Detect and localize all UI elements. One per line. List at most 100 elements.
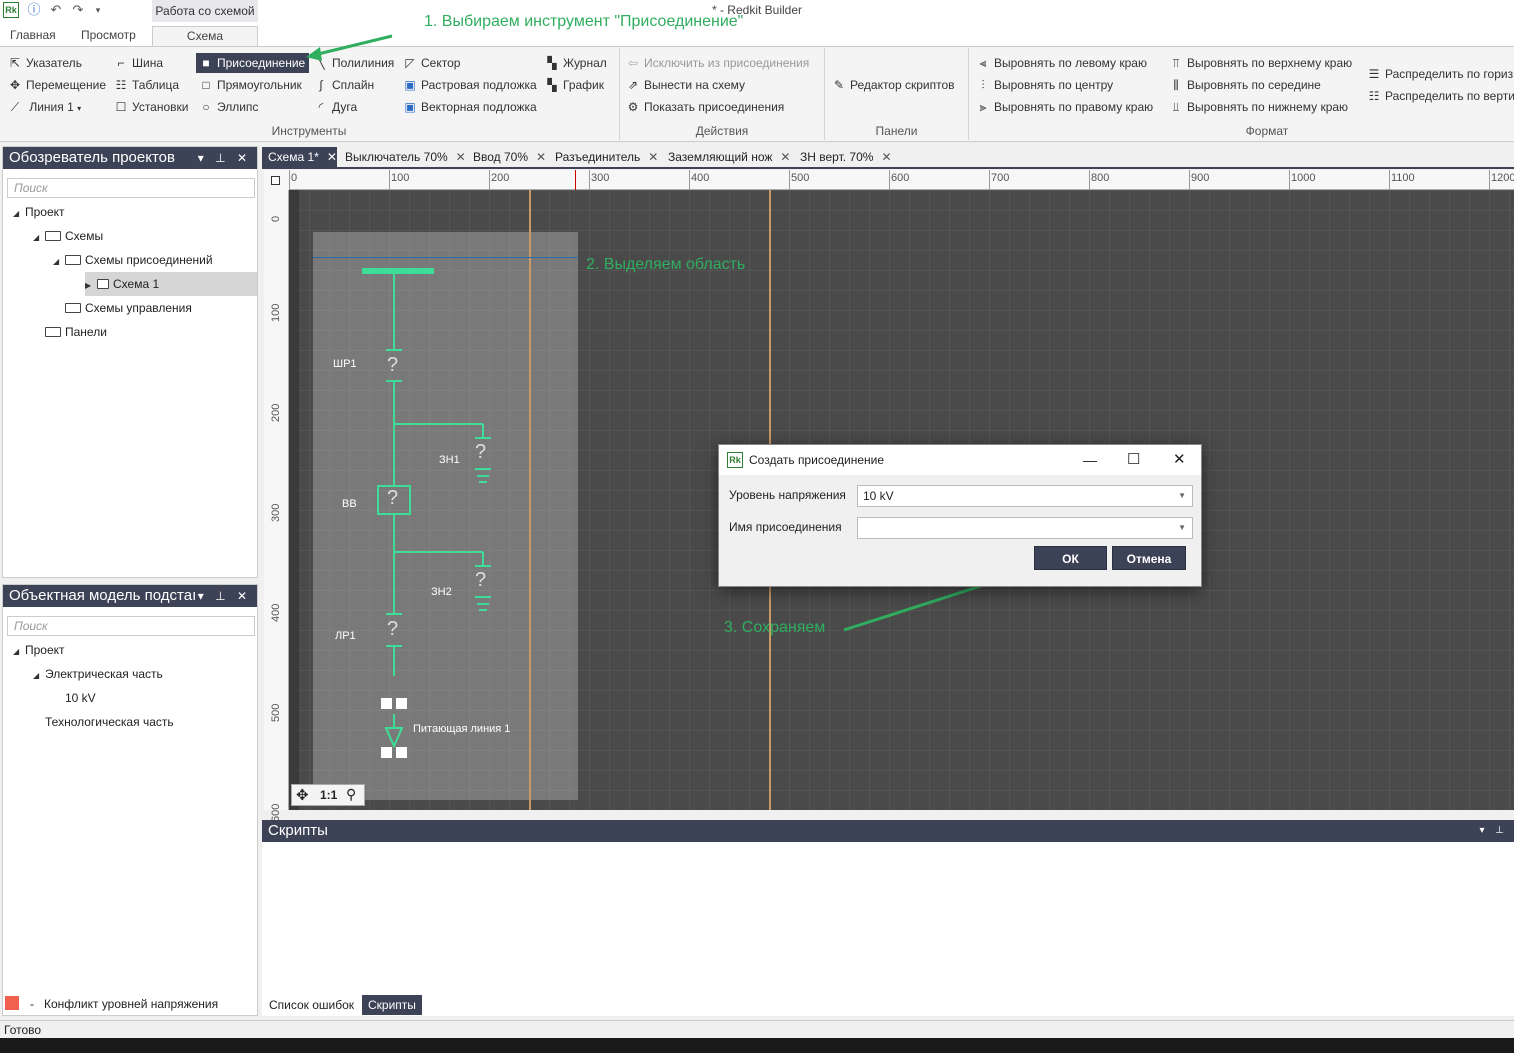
tab-home[interactable]: Главная [10,26,56,46]
tab-error-list[interactable]: Список ошибок [263,995,360,1015]
close-icon[interactable]: ✕ [536,150,546,164]
tool-raster[interactable]: ▣ Растровая подложка [403,75,537,95]
ok-button[interactable]: ОК [1034,546,1107,570]
folder-icon [65,255,81,265]
voltage-select[interactable]: 10 kV ▼ [857,485,1193,507]
close-icon[interactable]: ✕ [780,150,790,164]
align-bottom-button[interactable]: ⫫ Выровнять по нижнему краю [1169,97,1352,117]
tree-item[interactable]: ◢ Схемы присоединений [3,248,257,272]
panel-controls[interactable]: ▾ ⊥ ✕ [198,585,251,607]
select-all-icon[interactable] [271,176,280,185]
document-tab[interactable]: Разъединитель ✕ [549,147,660,167]
zoom-icon[interactable]: ⚲ [346,786,356,803]
collapse-icon[interactable]: ◢ [33,226,45,250]
document-tab[interactable]: Заземляющий нож ✕ [662,147,792,167]
project-explorer: Обозреватель проектов ▾ ⊥ ✕ Поиск ◢ Проек… [2,146,258,578]
format-label: Выровнять по центру [994,78,1114,92]
align-center-button[interactable]: ⫶ Выровнять по центру [976,75,1153,95]
close-icon[interactable]: ✕ [1173,445,1186,475]
zoom-reset-button[interactable]: 1:1 [320,788,337,802]
tree-item[interactable]: ◢ Электрическая часть [3,662,257,686]
connector-handle[interactable] [381,698,392,709]
app-logo-icon: Rk [727,452,743,468]
connector-handle[interactable] [396,747,407,758]
cancel-button[interactable]: Отмена [1112,546,1186,570]
document-tab[interactable]: Выключатель 70% ✕ [339,147,466,167]
align-left-button[interactable]: ⫷ Выровнять по левому краю [976,53,1153,73]
context-tab-label: Работа со схемой [152,0,258,22]
tool-pointer[interactable]: ⇱ Указатель [8,53,106,73]
panel-controls[interactable]: ▾ ⊥ [1479,820,1508,842]
tool-sector[interactable]: ◸ Сектор [403,53,537,73]
tool-move[interactable]: ✥ Перемещение [8,75,106,95]
object-model-panel: Объектная модель подстаı ▾ ⊥ ✕ Поиск ◢ Пр… [2,584,258,1016]
document-tab[interactable]: Ввод 70% ✕ [467,147,547,167]
panel-controls[interactable]: ▾ ⊥ ✕ [198,147,251,169]
tool-spline[interactable]: ∫ Сплайн [314,75,394,95]
tool-settings[interactable]: ☐ Установки [114,97,189,117]
action-export[interactable]: ⇗ Вынести на схему [626,75,809,95]
document-tab-label: Выключатель 70% [345,150,448,164]
close-icon[interactable]: ✕ [648,150,658,164]
minimize-icon[interactable]: — [1083,445,1097,475]
close-icon[interactable]: ✕ [456,150,466,164]
tree-item[interactable]: Схемы управления [3,296,257,320]
maximize-icon[interactable]: ☐ [1127,445,1140,475]
document-tab[interactable]: ЗН верт. 70% ✕ [794,147,898,167]
tool-arc[interactable]: ◜ Дуга [314,97,394,117]
ruler-tick-label: 0 [270,215,282,222]
action-show-connections[interactable]: ⚙ Показать присоединения [626,97,809,117]
distribute-v-button[interactable]: ☷ Распределить по верти [1367,86,1514,106]
object-model-search-input[interactable]: Поиск [7,616,255,636]
distribute-h-button[interactable]: ☰ Распределить по гориз [1367,64,1514,84]
collapse-icon[interactable]: ◢ [13,202,25,226]
tool-rectangle[interactable]: □ Прямоугольник [196,75,309,95]
tree-item[interactable]: Технологическая часть [3,710,257,734]
project-search-input[interactable]: Поиск [7,178,255,198]
collapse-icon[interactable]: ◢ [53,250,65,274]
tool-label: Присоединение [217,56,306,70]
tool-table[interactable]: ☷ Таблица [114,75,188,95]
script-editor-button[interactable]: ✎ Редактор скриптов [832,75,955,95]
horizontal-ruler: 0 100 200 300 400 500 600 700 800 900 1000 1100 1200 [289,170,1514,190]
close-icon[interactable]: ✕ [327,150,337,164]
script-editor-area[interactable] [262,842,1514,994]
tab-scripts[interactable]: Скрипты [362,995,422,1015]
tree-item[interactable]: 10 kV [3,686,257,710]
action-label: Исключить из присоединения [644,56,810,70]
tool-journal[interactable]: ▚ Журнал [545,53,606,73]
connector-handle[interactable] [381,747,392,758]
collapse-icon[interactable]: ◢ [13,640,25,664]
close-icon[interactable]: ✕ [881,150,891,164]
align-middle-button[interactable]: ⫼ Выровнять по середине [1169,75,1352,95]
align-top-button[interactable]: ⫪ Выровнять по верхнему краю [1169,53,1353,73]
expand-icon[interactable]: ▶ [85,274,97,298]
tool-vector[interactable]: ▣ Векторная подложка [403,97,536,117]
align-top-icon: ⫪ [1172,56,1180,70]
tree-item[interactable]: Панели [3,320,257,344]
collapse-icon[interactable]: ◢ [33,664,45,688]
tab-schema[interactable]: Схема [152,26,258,46]
connection-name-select[interactable]: ▼ [857,517,1193,539]
tree-item-label: Технологическая часть [45,715,174,729]
align-right-button[interactable]: ⫸ Выровнять по правому краю [976,97,1154,117]
tree-item[interactable]: ◢ Проект [3,200,257,224]
tree-item[interactable]: ◢ Проект [3,638,257,662]
chart-icon: ▚ [547,78,557,92]
tool-chart[interactable]: ▚ График [545,75,607,95]
pan-icon[interactable]: ✥ [296,786,309,804]
tab-view[interactable]: Просмотр [81,26,136,46]
tree-item[interactable]: ◢ Схемы [3,224,257,248]
tool-line[interactable]: ⟋ Линия 1 ▾ [8,97,106,117]
voltage-value: 10 kV [863,489,894,503]
action-exclude[interactable]: ⇦ Исключить из присоединения [626,53,809,73]
tool-bus[interactable]: ⌐ Шина [114,53,188,73]
tool-connection[interactable]: ■ Присоединение [196,53,309,73]
tree-item[interactable]: ▶ Схема 1 [85,272,257,296]
align-middle-icon: ⫼ [1173,78,1179,92]
ruler-tick [289,170,290,190]
tree-item-label: Схемы [65,229,104,243]
document-tab[interactable]: Схема 1* ✕ [262,147,337,167]
connector-handle[interactable] [396,698,407,709]
tool-ellipse[interactable]: ○ Эллипс [196,97,309,117]
